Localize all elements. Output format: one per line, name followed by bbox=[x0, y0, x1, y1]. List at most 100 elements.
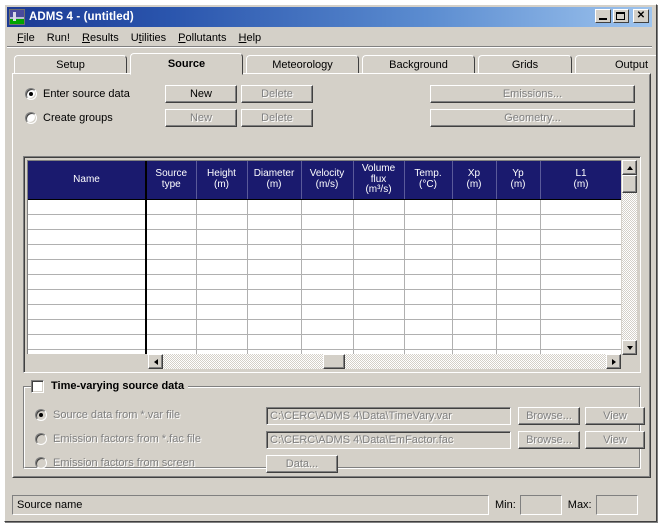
new-source-button[interactable]: New bbox=[165, 85, 237, 103]
radio-emission-factors-screen[interactable] bbox=[35, 457, 47, 469]
minimize-button[interactable] bbox=[595, 9, 611, 23]
table-cell[interactable] bbox=[452, 199, 497, 215]
table-cell[interactable] bbox=[146, 289, 197, 305]
table-cell[interactable] bbox=[496, 244, 541, 260]
table-cell[interactable] bbox=[247, 259, 302, 275]
table-cell[interactable] bbox=[496, 304, 541, 320]
title-bar[interactable]: ADMS 4 - (untitled) ✕ bbox=[7, 7, 652, 27]
table-cell[interactable] bbox=[540, 229, 621, 245]
table-cell[interactable] bbox=[496, 214, 541, 230]
table-cell[interactable] bbox=[301, 244, 354, 260]
table-cell[interactable] bbox=[540, 319, 621, 335]
hscroll-left-button[interactable] bbox=[148, 354, 163, 369]
table-cell[interactable] bbox=[540, 259, 621, 275]
col-header-xp[interactable]: Xp (m) bbox=[452, 161, 497, 200]
table-row[interactable] bbox=[28, 214, 621, 230]
table-cell[interactable] bbox=[196, 334, 248, 350]
delete-source-button[interactable]: Delete bbox=[241, 85, 313, 103]
menu-item-results[interactable]: Results bbox=[76, 31, 125, 45]
table-cell[interactable] bbox=[146, 334, 197, 350]
table-cell[interactable] bbox=[146, 229, 197, 245]
radio-row-emission-factors-screen[interactable]: Emission factors from screen bbox=[35, 457, 195, 469]
table-row[interactable] bbox=[28, 274, 621, 290]
table-cell[interactable] bbox=[196, 229, 248, 245]
table-cell[interactable] bbox=[496, 259, 541, 275]
table-cell[interactable] bbox=[452, 304, 497, 320]
table-cell[interactable] bbox=[146, 244, 197, 260]
grid-horizontal-scrollbar[interactable] bbox=[148, 354, 621, 369]
table-cell[interactable] bbox=[452, 319, 497, 335]
table-cell[interactable] bbox=[247, 274, 302, 290]
table-cell[interactable] bbox=[496, 319, 541, 335]
col-header-yp[interactable]: Yp (m) bbox=[496, 161, 541, 200]
table-row[interactable] bbox=[28, 304, 621, 320]
table-cell[interactable] bbox=[496, 289, 541, 305]
table-cell[interactable] bbox=[28, 229, 147, 245]
radio-emission-factors-fac[interactable] bbox=[35, 433, 47, 445]
menu-item-pollutants[interactable]: Pollutants bbox=[172, 31, 232, 45]
radio-enter-source-data[interactable] bbox=[25, 88, 37, 100]
radio-row-create-groups[interactable]: Create groups bbox=[25, 112, 113, 124]
table-cell[interactable] bbox=[301, 214, 354, 230]
tab-grids[interactable]: Grids bbox=[478, 55, 572, 74]
table-cell[interactable] bbox=[452, 334, 497, 350]
table-cell[interactable] bbox=[28, 214, 147, 230]
col-header-height[interactable]: Height (m) bbox=[196, 161, 248, 200]
col-header-temp[interactable]: Temp. (°C) bbox=[404, 161, 453, 200]
table-cell[interactable] bbox=[496, 199, 541, 215]
table-cell[interactable] bbox=[247, 289, 302, 305]
table-cell[interactable] bbox=[353, 304, 405, 320]
tab-setup[interactable]: Setup bbox=[14, 55, 127, 74]
table-cell[interactable] bbox=[247, 214, 302, 230]
table-cell[interactable] bbox=[353, 229, 405, 245]
table-cell[interactable] bbox=[146, 319, 197, 335]
table-row[interactable] bbox=[28, 334, 621, 350]
table-cell[interactable] bbox=[301, 289, 354, 305]
table-row[interactable] bbox=[28, 244, 621, 260]
table-cell[interactable] bbox=[196, 319, 248, 335]
emissions-button[interactable]: Emissions... bbox=[430, 85, 635, 103]
table-row[interactable] bbox=[28, 229, 621, 245]
table-cell[interactable] bbox=[196, 304, 248, 320]
radio-row-enter-source-data[interactable]: Enter source data bbox=[25, 88, 130, 100]
tab-meteorology[interactable]: Meteorology bbox=[246, 55, 359, 74]
fac-file-view-button[interactable]: View bbox=[585, 431, 645, 449]
table-cell[interactable] bbox=[146, 199, 197, 215]
table-cell[interactable] bbox=[404, 214, 453, 230]
table-cell[interactable] bbox=[146, 274, 197, 290]
menu-item-run[interactable]: Run! bbox=[41, 31, 76, 45]
table-cell[interactable] bbox=[353, 244, 405, 260]
table-cell[interactable] bbox=[404, 289, 453, 305]
table-cell[interactable] bbox=[353, 319, 405, 335]
menu-item-utilities[interactable]: Utilities bbox=[125, 31, 172, 45]
close-button[interactable]: ✕ bbox=[633, 9, 649, 23]
table-cell[interactable] bbox=[353, 259, 405, 275]
var-file-browse-button[interactable]: Browse... bbox=[518, 407, 580, 425]
table-cell[interactable] bbox=[196, 199, 248, 215]
table-cell[interactable] bbox=[247, 229, 302, 245]
var-file-path-input[interactable]: C:\CERC\ADMS 4\Data\TimeVary.var bbox=[266, 407, 511, 425]
table-cell[interactable] bbox=[404, 229, 453, 245]
table-cell[interactable] bbox=[496, 229, 541, 245]
source-data-grid-viewport[interactable]: Name Source type Height (m) Diameter (m) Ve… bbox=[27, 160, 621, 355]
table-cell[interactable] bbox=[28, 259, 147, 275]
table-cell[interactable] bbox=[404, 334, 453, 350]
table-cell[interactable] bbox=[196, 289, 248, 305]
vscroll-thumb[interactable] bbox=[622, 175, 637, 193]
table-cell[interactable] bbox=[301, 229, 354, 245]
table-cell[interactable] bbox=[28, 244, 147, 260]
table-cell[interactable] bbox=[247, 334, 302, 350]
grid-vertical-scrollbar[interactable] bbox=[622, 160, 637, 355]
table-cell[interactable] bbox=[452, 229, 497, 245]
table-cell[interactable] bbox=[301, 259, 354, 275]
delete-group-button[interactable]: Delete bbox=[241, 109, 313, 127]
table-cell[interactable] bbox=[404, 319, 453, 335]
table-cell[interactable] bbox=[196, 274, 248, 290]
menu-item-help[interactable]: Help bbox=[233, 31, 268, 45]
table-cell[interactable] bbox=[404, 274, 453, 290]
table-cell[interactable] bbox=[301, 319, 354, 335]
table-cell[interactable] bbox=[247, 199, 302, 215]
col-header-velocity[interactable]: Velocity (m/s) bbox=[301, 161, 354, 200]
table-cell[interactable] bbox=[404, 304, 453, 320]
vscroll-down-button[interactable] bbox=[622, 340, 637, 355]
